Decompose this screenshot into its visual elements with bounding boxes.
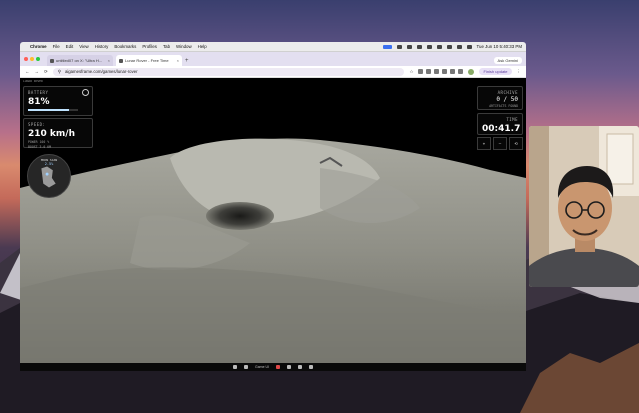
forward-icon[interactable]: → bbox=[35, 69, 40, 74]
speed-label: SPEED: bbox=[28, 122, 46, 127]
status-icon-2[interactable] bbox=[406, 44, 412, 49]
bookmark-star-icon[interactable]: ☆ bbox=[409, 69, 413, 75]
browser-toolbar: ← → ⟳ ⚲ aigamesframe.com/games/lunar-rov… bbox=[20, 66, 526, 78]
speed-sub-2: BOOST 3.0 KM bbox=[28, 145, 52, 149]
menu-edit[interactable]: Edit bbox=[66, 44, 74, 49]
status-icon-3[interactable] bbox=[416, 44, 422, 49]
minimap-terrain bbox=[41, 166, 56, 188]
toolbar-icon-1[interactable] bbox=[232, 365, 237, 369]
tab-lunar-rover[interactable]: Lunar Rover - Free Time × bbox=[116, 55, 182, 66]
archive-label: ARCHIVE bbox=[497, 90, 518, 95]
x-favicon-icon bbox=[50, 58, 54, 63]
close-window-button[interactable] bbox=[24, 57, 28, 61]
menu-window[interactable]: Window bbox=[176, 44, 192, 49]
zoom-out-button[interactable]: – bbox=[493, 137, 507, 150]
status-icon-1[interactable] bbox=[396, 44, 402, 49]
wifi-icon[interactable] bbox=[446, 44, 452, 49]
speed-panel: SPEED: 210 km/h POWER 100 % BOOST 3.0 KM bbox=[23, 118, 93, 149]
extension-icon-3[interactable] bbox=[434, 69, 440, 74]
close-tab-icon[interactable]: × bbox=[177, 58, 179, 63]
reset-view-button[interactable]: ⟲ bbox=[509, 137, 523, 150]
archive-sub: ARTIFACTS FOUND bbox=[489, 104, 518, 108]
battery-bar-fill bbox=[28, 109, 69, 111]
time-panel: TIME 00:41.7 bbox=[477, 113, 523, 135]
record-icon[interactable] bbox=[276, 365, 280, 369]
close-tab-icon[interactable]: × bbox=[108, 58, 110, 63]
menu-view[interactable]: View bbox=[79, 44, 88, 49]
speed-value: 210 km/h bbox=[28, 129, 75, 139]
toolbar-icon-3[interactable] bbox=[287, 365, 291, 369]
macos-menubar: Chrome File Edit View History Bookmarks … bbox=[20, 42, 526, 52]
menu-bookmarks[interactable]: Bookmarks bbox=[114, 44, 136, 49]
speed-sub-1: POWER 100 % bbox=[28, 140, 50, 144]
control-center-icon[interactable] bbox=[466, 44, 472, 49]
reload-icon[interactable]: ⟳ bbox=[44, 69, 48, 75]
menu-profiles[interactable]: Profiles bbox=[142, 44, 157, 49]
extension-icon-4[interactable] bbox=[442, 69, 448, 74]
menubar-status-area: Tue Jun 10 5:40:33 PM bbox=[382, 44, 522, 49]
time-value: 00:41.7 bbox=[482, 124, 521, 134]
minimize-window-button[interactable] bbox=[30, 57, 34, 61]
menu-help[interactable]: Help bbox=[198, 44, 207, 49]
battery-panel: BATTERY 81% bbox=[23, 86, 93, 116]
profile-avatar[interactable] bbox=[468, 68, 475, 75]
webcam-overlay[interactable] bbox=[529, 126, 639, 287]
menu-history[interactable]: History bbox=[95, 44, 109, 49]
battery-value: 81% bbox=[28, 97, 50, 107]
toolbar-icon-2[interactable] bbox=[243, 365, 248, 369]
extension-icon-5[interactable] bbox=[450, 69, 456, 74]
lunar-terrain-scene bbox=[20, 138, 526, 363]
wechat-icon[interactable] bbox=[426, 44, 432, 49]
toolbar-icon-4[interactable] bbox=[298, 365, 302, 369]
maximize-window-button[interactable] bbox=[36, 57, 40, 61]
tab-title: Lunar Rover - Free Time bbox=[125, 58, 169, 63]
ask-gemini-button[interactable]: Ask Gemini bbox=[493, 57, 522, 64]
site-info-icon[interactable]: ⚲ bbox=[58, 69, 61, 75]
game-viewport[interactable]: LUNAR ROVER BATTERY 81% SPEED: 210 km/h … bbox=[20, 78, 526, 363]
battery-icon[interactable] bbox=[436, 44, 442, 49]
finish-update-button[interactable]: Finish update bbox=[479, 68, 512, 75]
address-bar[interactable]: ⚲ aigamesframe.com/games/lunar-rover bbox=[52, 67, 405, 76]
game-title-label: LUNAR ROVER bbox=[23, 79, 43, 83]
extensions-puzzle-icon[interactable] bbox=[458, 69, 464, 74]
tab-title: untitled07 on X: "Ultra H... bbox=[56, 58, 103, 63]
zoom-in-button[interactable]: + bbox=[477, 137, 491, 150]
chrome-menu-icon[interactable]: ⋮ bbox=[517, 69, 522, 75]
battery-label: BATTERY bbox=[28, 90, 49, 95]
minimap: MOON SCAN 2.5% bbox=[27, 154, 71, 198]
webcam-person-image bbox=[529, 126, 639, 287]
toolbar-center-label[interactable]: Game UI bbox=[255, 365, 269, 369]
archive-value: 0 / 50 bbox=[496, 96, 518, 103]
battery-bar bbox=[28, 109, 78, 111]
window-controls bbox=[24, 57, 40, 61]
battery-indicator-icon bbox=[82, 89, 89, 96]
screen-record-icon[interactable] bbox=[382, 44, 392, 49]
extension-icon-2[interactable] bbox=[426, 69, 432, 74]
archive-panel: ARCHIVE 0 / 50 ARTIFACTS FOUND bbox=[477, 86, 523, 110]
game-controls: + – ⟲ bbox=[477, 137, 523, 150]
toolbar-icon-5[interactable] bbox=[309, 365, 313, 369]
time-label: TIME bbox=[506, 117, 518, 122]
bottom-toolbar: Game UI bbox=[20, 363, 526, 371]
game-favicon-icon bbox=[119, 58, 123, 63]
new-tab-button[interactable]: + bbox=[185, 58, 189, 64]
menu-tab[interactable]: Tab bbox=[163, 44, 170, 49]
back-icon[interactable]: ← bbox=[25, 69, 30, 74]
menubar-clock[interactable]: Tue Jun 10 5:40:33 PM bbox=[477, 44, 522, 49]
search-icon[interactable] bbox=[456, 44, 462, 49]
menu-app-name[interactable]: Chrome bbox=[30, 44, 47, 49]
browser-tabbar: untitled07 on X: "Ultra H... × Lunar Rov… bbox=[20, 52, 526, 66]
extension-icon-1[interactable] bbox=[418, 69, 424, 74]
extensions-area bbox=[418, 69, 464, 74]
tab-x-post[interactable]: untitled07 on X: "Ultra H... × bbox=[47, 55, 113, 66]
url-text: aigamesframe.com/games/lunar-rover bbox=[64, 69, 138, 74]
menu-file[interactable]: File bbox=[53, 44, 60, 49]
